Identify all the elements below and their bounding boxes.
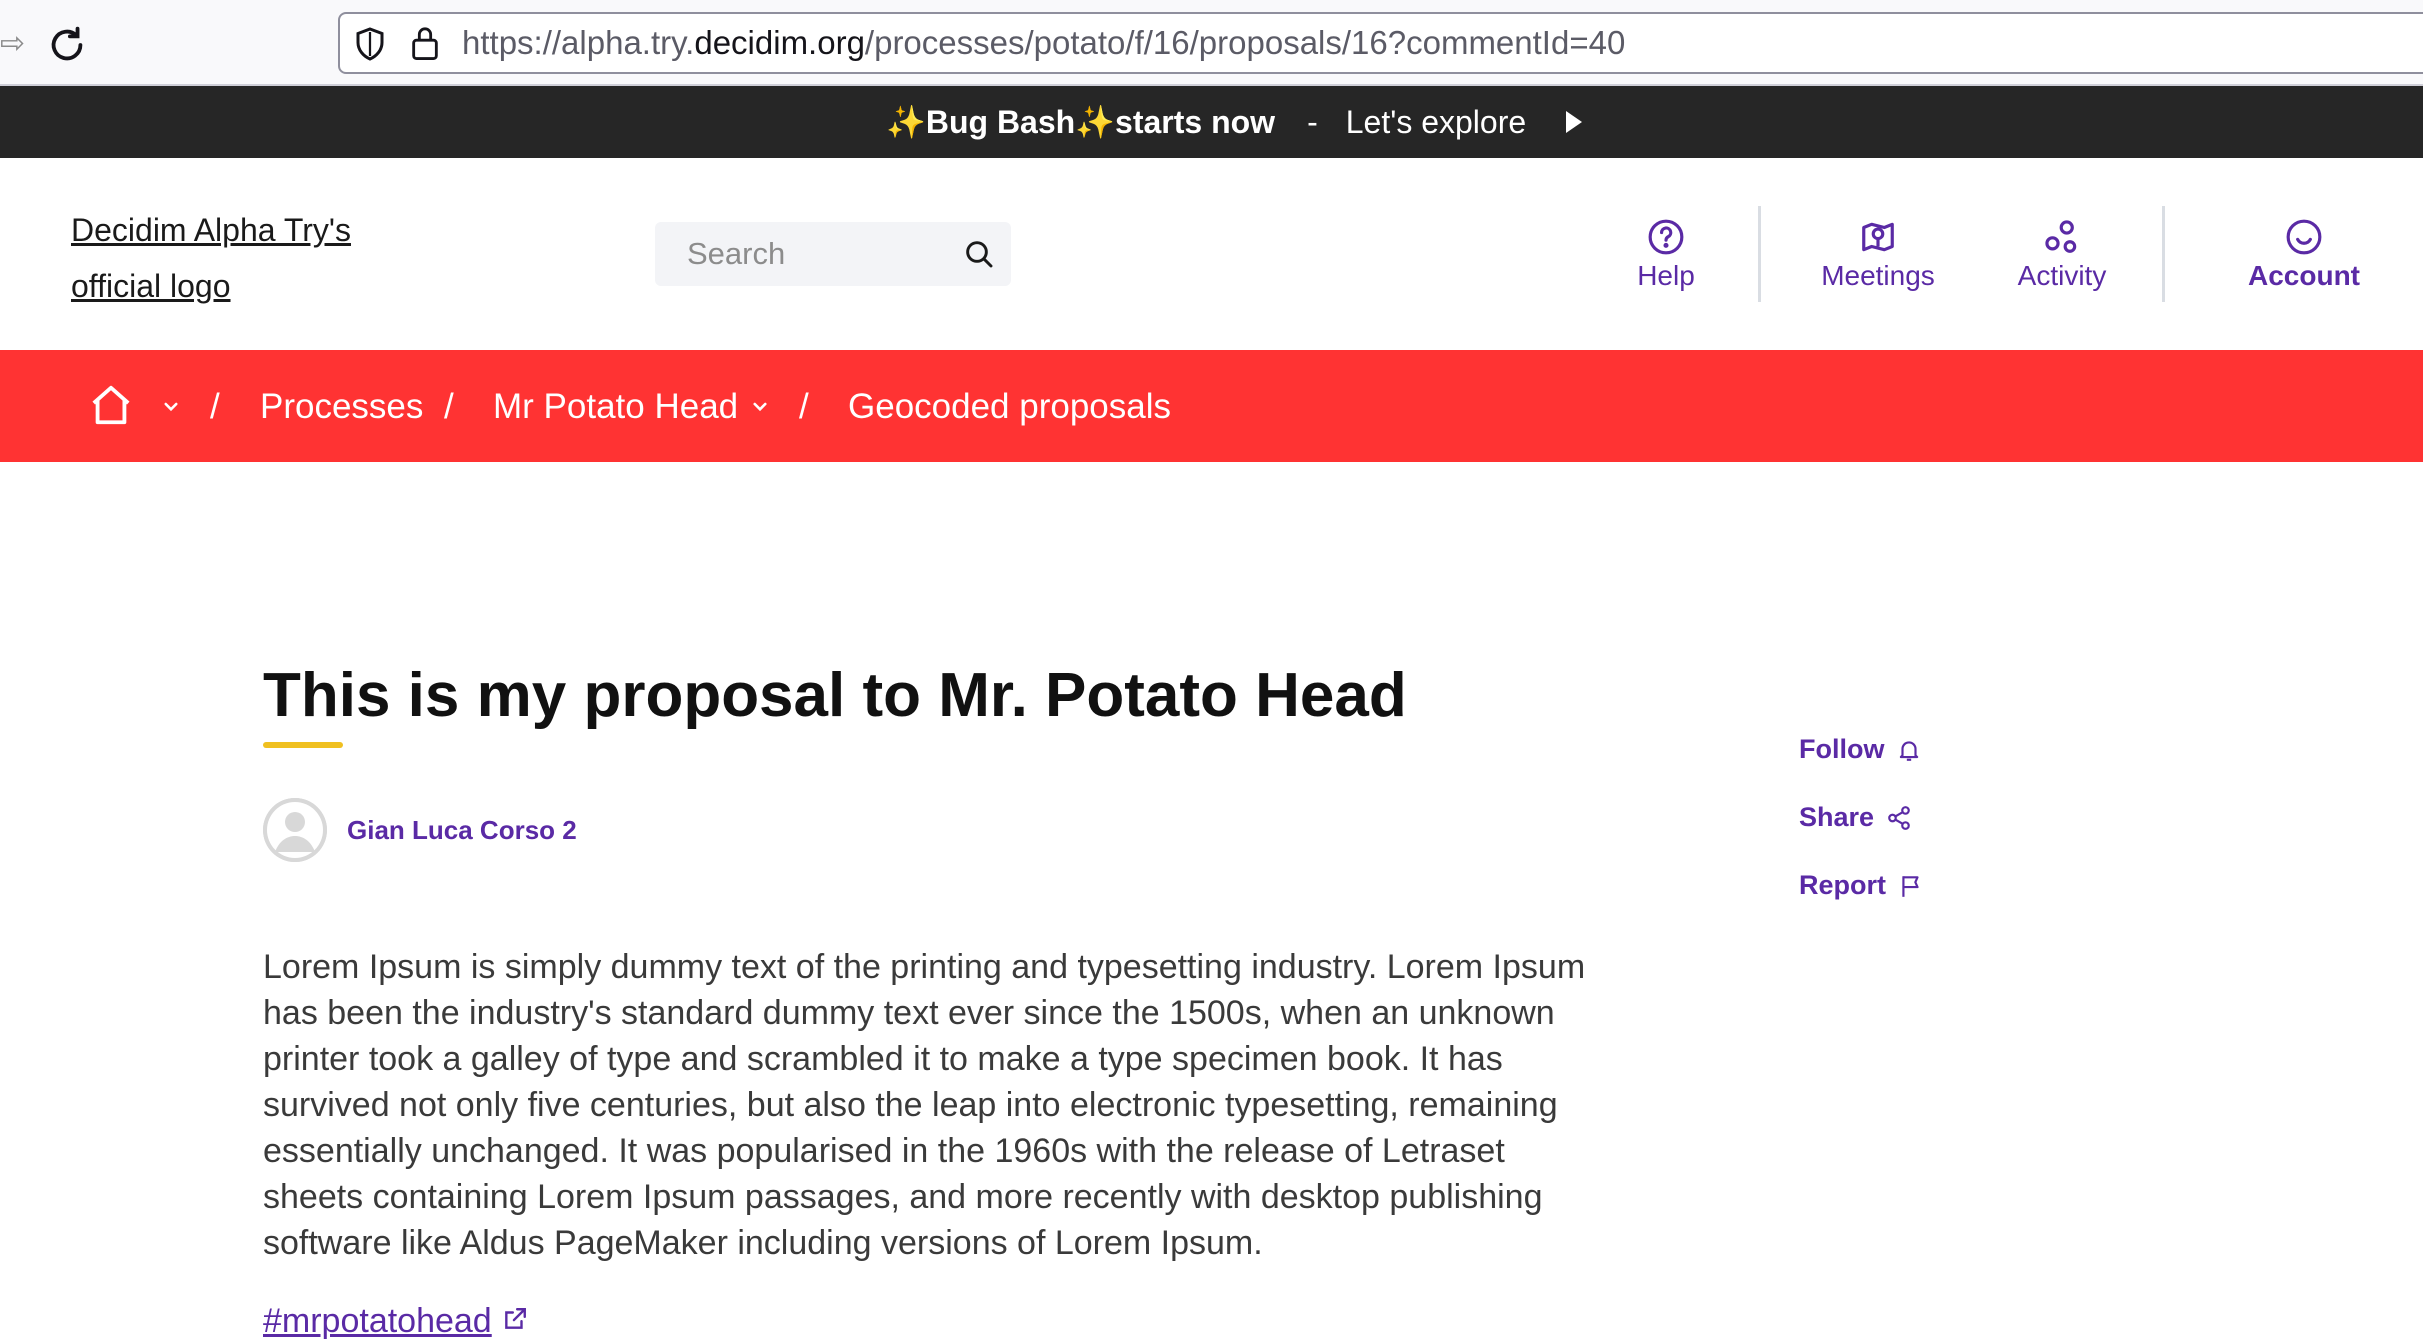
site-header: Decidim Alpha Try's official logo Help M… [0,158,2423,350]
reload-icon[interactable] [44,22,90,68]
breadcrumb: / Processes / Mr Potato Head / Geocoded … [0,350,2423,462]
browser-toolbar: ⇨ https://alpha.try.decidim.org/processe… [0,0,2423,86]
home-icon[interactable] [88,382,134,428]
menu-meetings[interactable]: Meetings [1821,218,1935,292]
menu-help[interactable]: Help [1636,218,1696,292]
menu-meetings-label: Meetings [1821,260,1935,291]
hashtag-link[interactable]: #mrpotatohead [263,1298,492,1339]
share-label: Share [1799,802,1875,832]
menu-account-label: Account [2248,260,2360,291]
play-icon[interactable] [1566,111,1583,133]
announcement-content: ✨Bug Bash✨starts now - Let's explore [886,100,1583,144]
header-divider [1758,206,1761,302]
forward-arrow-icon[interactable]: ⇨ [0,26,25,62]
breadcrumb-item-processes[interactable]: Processes [260,382,423,432]
chevron-down-icon[interactable] [751,398,769,416]
sparkle-icon: ✨ [886,104,926,140]
url-host: decidim.org [694,24,865,61]
title-underline [263,742,343,748]
follow-button[interactable]: Follow [1799,734,1922,765]
announcement-link[interactable]: Let's explore [1346,104,1526,141]
sparkle-icon: ✨ [1075,104,1116,140]
menu-activity[interactable]: Activity [2004,218,2120,292]
follow-label: Follow [1799,734,1885,764]
meetings-icon [1862,222,1894,252]
author-name[interactable]: Gian Luca Corso 2 [347,812,577,848]
account-icon [2286,219,2322,255]
avatar[interactable] [263,798,327,862]
header-divider [2162,206,2165,302]
breadcrumb-separator: / [210,387,220,426]
announcement-bar: ✨Bug Bash✨starts now - Let's explore [0,86,2423,158]
url-text[interactable]: https://alpha.try.decidim.org/processes/… [462,22,1625,64]
share-button[interactable]: Share [1799,802,1912,833]
search-icon[interactable] [963,238,995,270]
proposal-body: Lorem Ipsum is simply dummy text of the … [263,948,1586,1262]
proposal-title: This is my proposal to Mr. Potato Head [263,661,1407,730]
report-label: Report [1799,870,1886,900]
avatar-placeholder-icon [263,798,327,862]
bell-icon [1900,740,1919,761]
announcement-separator: - [1307,103,1318,140]
lock-icon[interactable] [408,24,442,62]
breadcrumb-item-geocoded-proposals[interactable]: Geocoded proposals [848,382,1171,432]
breadcrumb-separator: / [799,387,809,426]
share-icon [1888,805,1910,830]
search-box [655,222,1011,286]
external-link-icon[interactable] [502,1306,528,1332]
menu-help-label: Help [1637,260,1695,291]
flag-icon [1902,875,1919,897]
announcement-title: ✨Bug Bash✨starts now [886,103,1275,141]
breadcrumb-item-mr-potato-head[interactable]: Mr Potato Head [493,382,738,432]
menu-account[interactable]: Account [2242,218,2366,292]
activity-icon [2045,220,2077,253]
help-icon [1648,219,1684,255]
announcement-title-part2: starts now [1115,104,1276,140]
url-path: /processes/potato/f/16/proposals/16?comm… [864,24,1626,61]
url-prefix: https://alpha.try. [462,24,695,61]
shield-icon[interactable] [352,26,388,62]
search-input[interactable] [687,222,947,286]
breadcrumb-separator: / [444,387,454,426]
menu-activity-label: Activity [2017,260,2107,291]
chevron-down-icon[interactable] [162,398,180,416]
report-button[interactable]: Report [1799,870,1924,901]
announcement-title-part1: Bug Bash [925,104,1076,140]
site-logo-link[interactable]: Decidim Alpha Try's official logo [71,202,391,314]
